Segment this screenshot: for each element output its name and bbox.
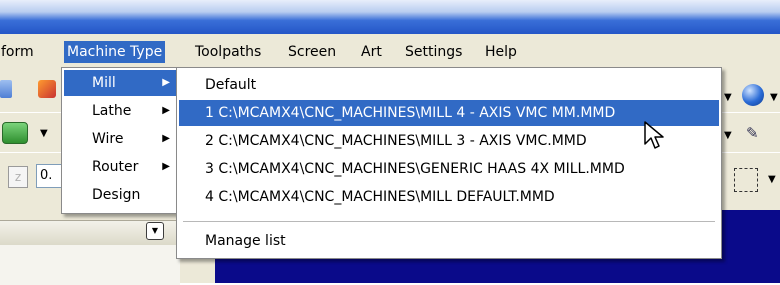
title-bar [0, 0, 780, 34]
submenu-arrow-icon: ▶ [162, 133, 170, 144]
menu-item-label: Router [92, 159, 139, 175]
sphere-icon[interactable] [742, 84, 764, 106]
menu-transform[interactable]: form [0, 41, 37, 63]
mill-recent-item[interactable]: 4 C:\MCAMX4\CNC_MACHINES\MILL DEFAULT.MM… [179, 184, 719, 210]
dropdown-arrow-icon[interactable]: ▼ [40, 128, 48, 139]
dashed-select-icon[interactable] [734, 168, 758, 192]
mouse-pointer-icon [644, 121, 664, 149]
menu-item-lathe[interactable]: Lathe ▶ [64, 98, 178, 124]
machine-type-menu: Mill ▶ Lathe ▶ Wire ▶ Router ▶ Design [61, 67, 181, 214]
dropdown-arrow-icon[interactable]: ▼ [768, 174, 776, 185]
mill-item-manage-list[interactable]: Manage list [179, 228, 719, 254]
submenu-arrow-icon: ▶ [162, 105, 170, 116]
blue-arrow-icon[interactable] [0, 80, 12, 98]
menu-toolpaths[interactable]: Toolpaths [192, 41, 264, 63]
dropdown-arrow-icon[interactable]: ▼ [724, 92, 732, 103]
panel-dropdown-button[interactable]: ▼ [146, 222, 164, 240]
menu-separator [183, 221, 715, 223]
menu-art[interactable]: Art [358, 41, 385, 63]
menu-item-label: Lathe [92, 103, 132, 119]
mill-recent-item[interactable]: 3 C:\MCAMX4\CNC_MACHINES\GENERIC HAAS 4X… [179, 156, 719, 182]
menu-item-label: Mill [92, 75, 116, 91]
menu-screen[interactable]: Screen [285, 41, 339, 63]
menu-item-design[interactable]: Design [64, 182, 178, 208]
mill-recent-item[interactable]: 1 C:\MCAMX4\CNC_MACHINES\MILL 4 - AXIS V… [179, 100, 719, 126]
mill-item-default[interactable]: Default [179, 72, 719, 98]
dropdown-arrow-icon[interactable]: ▼ [770, 92, 778, 103]
menu-item-label: Design [92, 187, 141, 203]
mill-submenu: Default 1 C:\MCAMX4\CNC_MACHINES\MILL 4 … [176, 67, 722, 259]
dropdown-arrow-icon[interactable]: ▼ [724, 130, 732, 141]
submenu-arrow-icon: ▶ [162, 77, 170, 88]
menu-item-wire[interactable]: Wire ▶ [64, 126, 178, 152]
menu-item-router[interactable]: Router ▶ [64, 154, 178, 180]
orange-tool-icon[interactable] [38, 80, 56, 98]
pen-icon[interactable]: ✎ [746, 124, 764, 142]
menu-bar: form Machine Type Toolpaths Screen Art S… [0, 34, 780, 69]
submenu-arrow-icon: ▶ [162, 161, 170, 172]
menu-help[interactable]: Help [482, 41, 520, 63]
menu-settings[interactable]: Settings [402, 41, 465, 63]
menu-item-label: Wire [92, 131, 124, 147]
left-panel [0, 245, 180, 285]
green-shape-icon[interactable] [2, 122, 28, 144]
menu-item-mill[interactable]: Mill ▶ [64, 70, 178, 96]
menu-machine-type[interactable]: Machine Type [64, 41, 166, 63]
zoom-icon[interactable]: z [8, 166, 28, 188]
mill-recent-item[interactable]: 2 C:\MCAMX4\CNC_MACHINES\MILL 3 - AXIS V… [179, 128, 719, 154]
